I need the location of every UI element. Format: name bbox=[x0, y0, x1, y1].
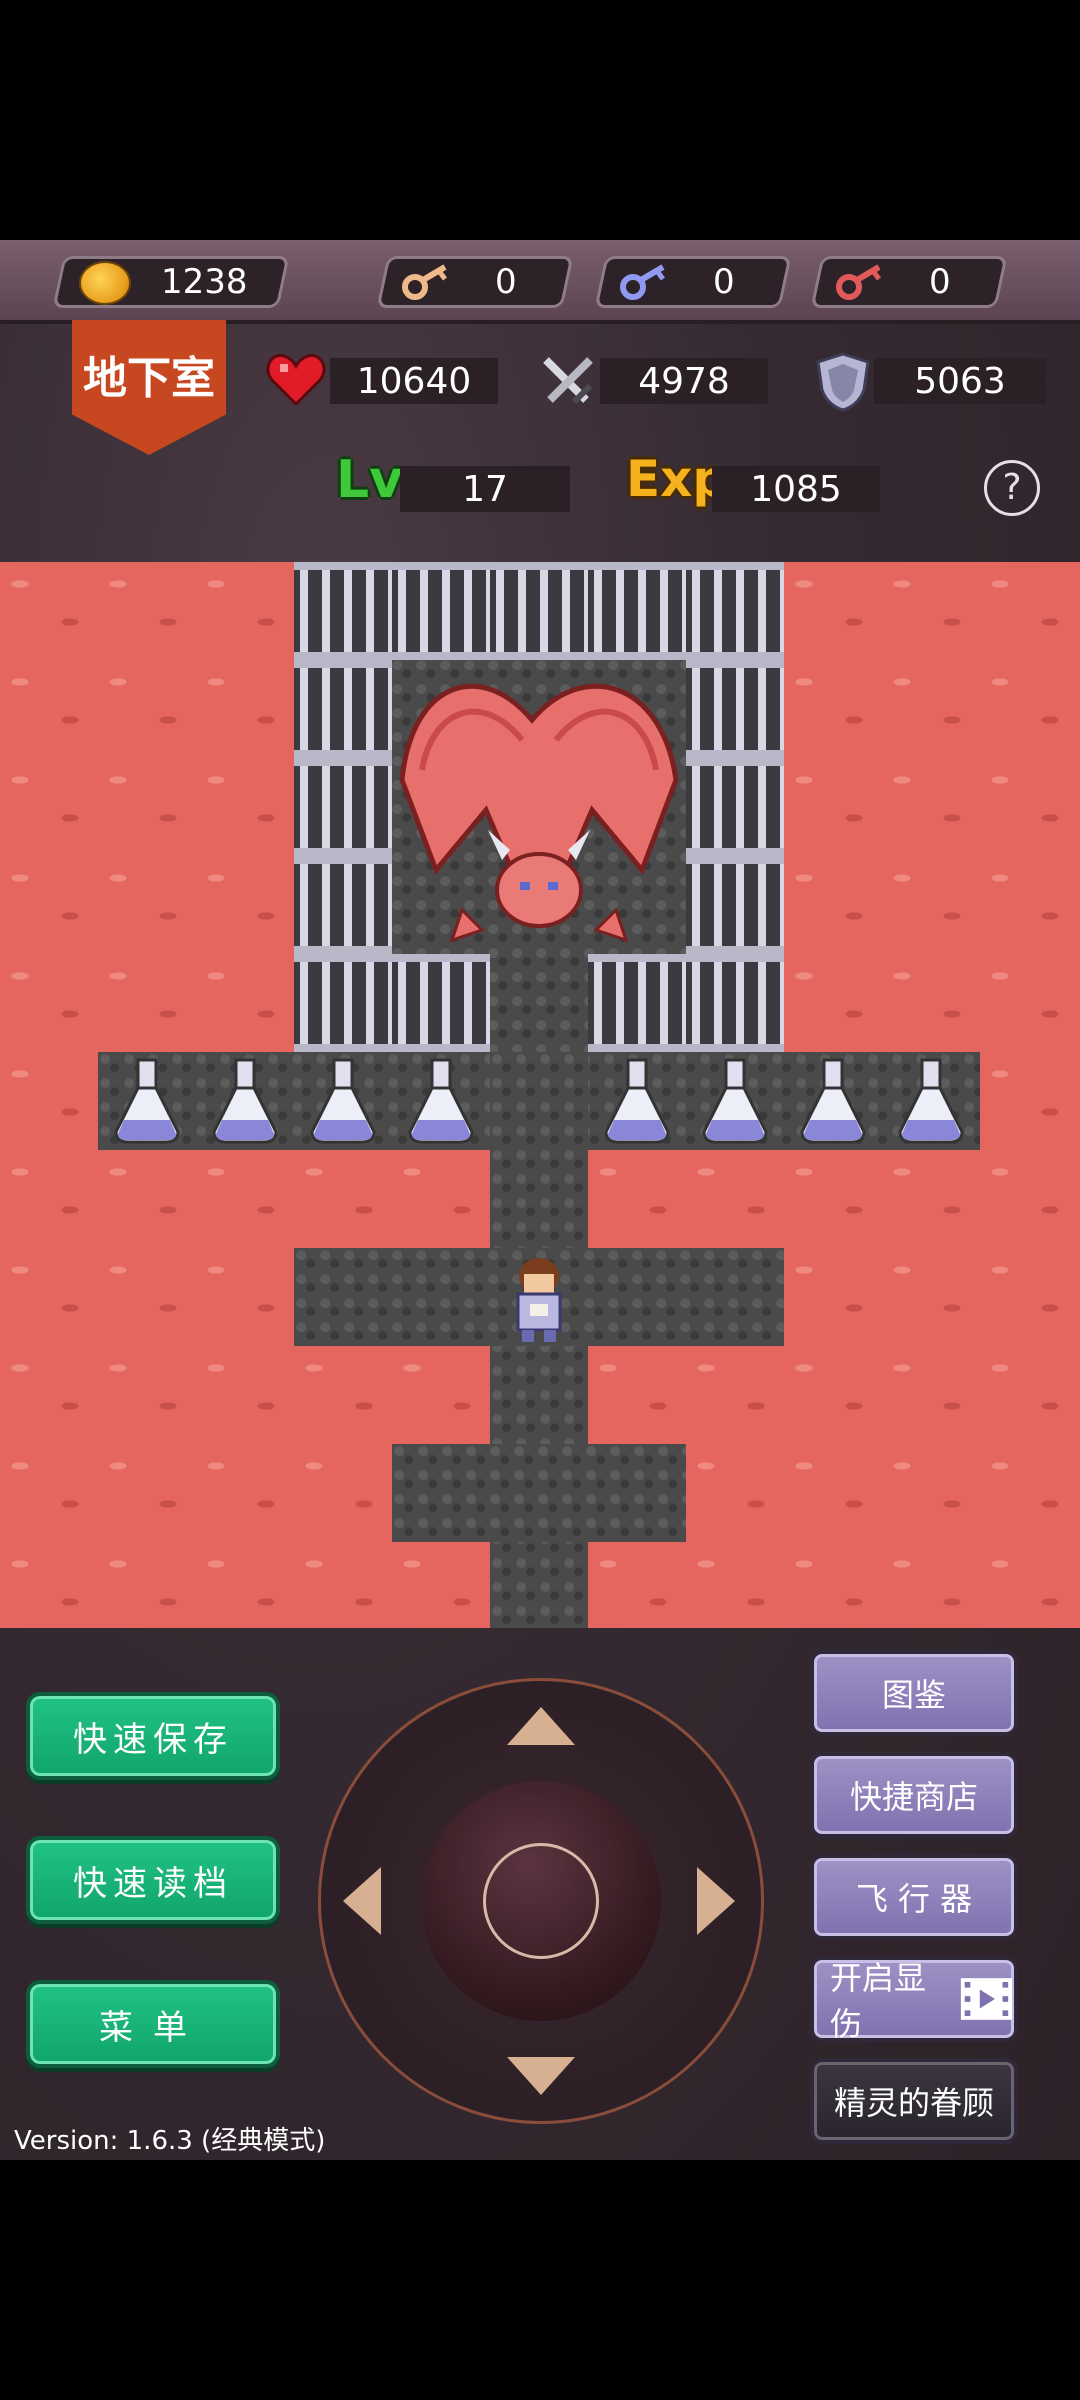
iron-bars bbox=[686, 758, 784, 856]
gold-value: 1238 bbox=[161, 262, 248, 302]
red-key-counter: 0 bbox=[810, 256, 1008, 308]
quick-shop-button[interactable]: 快捷商店 bbox=[810, 1752, 1018, 1838]
quick-load-button[interactable]: 快速读档 bbox=[26, 1836, 280, 1924]
flyer-button[interactable]: 飞 行 器 bbox=[810, 1854, 1018, 1940]
show-damage-button[interactable]: 开启显伤 bbox=[810, 1956, 1018, 2043]
hp-value: 10640 bbox=[330, 358, 498, 404]
blue-potion[interactable] bbox=[588, 1052, 686, 1150]
iron-bars bbox=[490, 562, 588, 660]
dpad-center-ring bbox=[483, 1843, 599, 1959]
level-label: Lv bbox=[336, 450, 404, 510]
iron-bars bbox=[294, 660, 392, 758]
version-label: Version: 1.6.3 (经典模式) bbox=[14, 2126, 326, 2156]
iron-bars bbox=[392, 954, 490, 1052]
attack-value: 4978 bbox=[600, 358, 768, 404]
yellow-key-value: 0 bbox=[495, 262, 517, 302]
iron-bars bbox=[294, 856, 392, 954]
heart-icon bbox=[266, 353, 326, 407]
arrow-right-icon[interactable] bbox=[697, 1867, 735, 1935]
quick-save-button[interactable]: 快速保存 bbox=[26, 1692, 280, 1780]
spirit-favor-button[interactable]: 精灵的眷顾 bbox=[810, 2058, 1018, 2144]
yellow-key-counter: 0 bbox=[376, 256, 574, 308]
yellow-key-icon bbox=[402, 264, 447, 300]
blue-potion[interactable] bbox=[392, 1052, 490, 1150]
game-screen: 1238 0 0 0 地下室 10640 4978 5063 Lv 17 Exp… bbox=[0, 240, 1080, 2160]
blue-potion[interactable] bbox=[882, 1052, 980, 1150]
resource-bar: 1238 0 0 0 bbox=[0, 240, 1080, 324]
menu-button[interactable]: 菜单 bbox=[26, 1980, 280, 2068]
sword-icon bbox=[543, 357, 593, 405]
red-key-value: 0 bbox=[929, 262, 951, 302]
iron-bars bbox=[392, 562, 490, 660]
red-dragon-monster[interactable] bbox=[392, 660, 686, 954]
arrow-down-icon[interactable] bbox=[507, 2057, 575, 2095]
iron-bars bbox=[686, 562, 784, 660]
blue-potion[interactable] bbox=[686, 1052, 784, 1150]
exp-value: 1085 bbox=[712, 466, 880, 512]
blue-key-counter: 0 bbox=[594, 256, 792, 308]
blue-key-value: 0 bbox=[713, 262, 735, 302]
iron-bars bbox=[294, 562, 392, 660]
iron-bars bbox=[686, 660, 784, 758]
red-key-icon bbox=[836, 264, 881, 300]
blue-potion[interactable] bbox=[196, 1052, 294, 1150]
gold-coin-icon bbox=[79, 261, 131, 305]
level-value: 17 bbox=[400, 466, 570, 512]
help-button[interactable]: ? bbox=[984, 460, 1040, 516]
defense-value: 5063 bbox=[874, 358, 1046, 404]
gold-counter: 1238 bbox=[52, 256, 290, 308]
iron-bars bbox=[686, 856, 784, 954]
shield-icon bbox=[816, 352, 870, 412]
hero-character[interactable] bbox=[490, 1248, 588, 1346]
video-icon bbox=[961, 1978, 1013, 2020]
dpad-center[interactable] bbox=[421, 1781, 661, 2021]
iron-bars bbox=[294, 954, 392, 1052]
iron-bars bbox=[686, 954, 784, 1052]
iron-bars bbox=[294, 758, 392, 856]
location-label: 地下室 bbox=[83, 353, 215, 404]
game-map[interactable] bbox=[0, 562, 1080, 1628]
blue-potion[interactable] bbox=[98, 1052, 196, 1150]
location-banner: 地下室 bbox=[72, 320, 226, 455]
blue-potion[interactable] bbox=[784, 1052, 882, 1150]
arrow-left-icon[interactable] bbox=[343, 1867, 381, 1935]
encyclopedia-button[interactable]: 图鉴 bbox=[810, 1650, 1018, 1736]
blue-key-icon bbox=[620, 264, 665, 300]
blue-potion[interactable] bbox=[294, 1052, 392, 1150]
arrow-up-icon[interactable] bbox=[507, 1707, 575, 1745]
iron-bars bbox=[588, 562, 686, 660]
iron-bars bbox=[588, 954, 686, 1052]
show-damage-label: 开启显伤 bbox=[830, 1959, 927, 2043]
direction-pad[interactable] bbox=[318, 1678, 764, 2124]
lower-corridor bbox=[392, 1444, 686, 1542]
